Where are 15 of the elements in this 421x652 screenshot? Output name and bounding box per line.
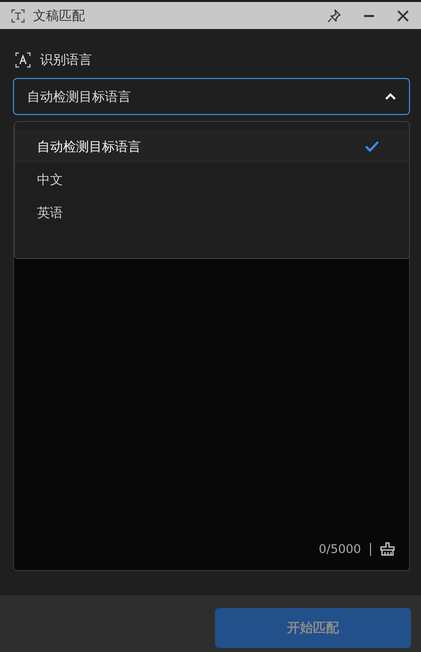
text-frame-icon xyxy=(11,8,25,22)
dropdown-option[interactable]: 自动检测目标语言 xyxy=(15,130,409,163)
minimize-icon[interactable] xyxy=(363,14,375,18)
pin-icon[interactable] xyxy=(327,8,341,22)
caret-icon xyxy=(385,93,396,100)
check-icon xyxy=(365,141,379,152)
language-dropdown[interactable]: 自动检测目标语言 xyxy=(13,78,410,115)
language-detect-icon xyxy=(15,52,31,68)
window-title: 文稿匹配 xyxy=(33,8,85,24)
close-icon[interactable] xyxy=(397,10,409,22)
dropdown-option[interactable]: 中文 xyxy=(15,163,409,196)
dropdown-option[interactable]: 英语 xyxy=(15,196,409,229)
field-label: 识别语言 xyxy=(40,52,92,69)
character-counter: 0/5000 xyxy=(318,542,361,556)
brush-icon[interactable] xyxy=(380,542,395,556)
